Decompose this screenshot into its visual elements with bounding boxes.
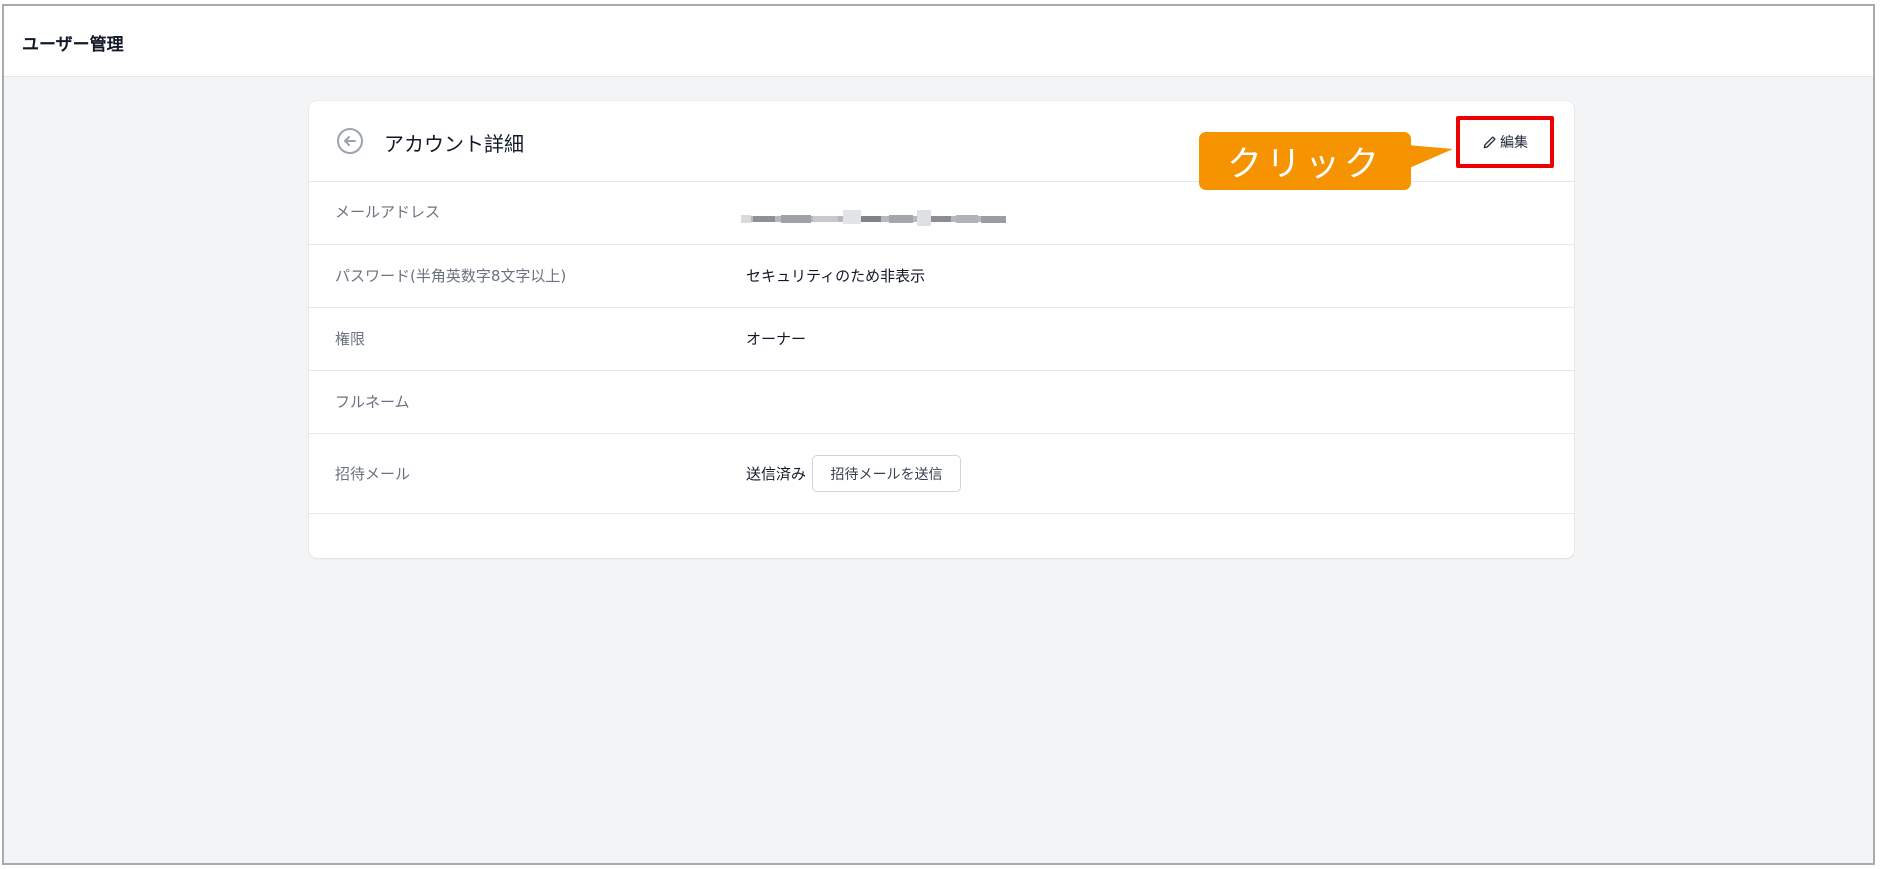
pencil-icon: [1483, 135, 1496, 148]
row-fullname: フルネーム: [309, 371, 1574, 434]
row-label: 招待メール: [335, 465, 411, 483]
row-label: メールアドレス: [335, 203, 441, 221]
row-email: メールアドレス: [309, 182, 1574, 245]
app-window: ユーザー管理 アカウント詳細 クリック 編集 メールアドレス パスワード(半角英…: [2, 4, 1875, 865]
edit-button-label: 編集: [1500, 135, 1528, 151]
row-label: フルネーム: [335, 393, 410, 411]
row-role: 権限 オーナー: [309, 308, 1574, 371]
card-title: アカウント詳細: [384, 132, 524, 156]
blurred-email-value: [741, 210, 1006, 226]
row-label: 権限: [335, 330, 366, 348]
top-bar: ユーザー管理: [4, 6, 1873, 77]
account-detail-card: アカウント詳細 クリック 編集 メールアドレス パスワード(半角英数字8文字以上…: [309, 101, 1574, 558]
invite-status: 送信済み: [746, 465, 807, 483]
card-header: アカウント詳細 クリック 編集: [309, 101, 1574, 190]
callout-text: クリック: [1226, 144, 1383, 185]
row-value: セキュリティのため非表示: [746, 267, 926, 285]
row-invite-mail: 招待メール 送信済み 招待メールを送信: [309, 434, 1574, 514]
row-value: オーナー: [746, 330, 807, 348]
arrow-left-circle-icon[interactable]: [336, 127, 364, 155]
row-password: パスワード(半角英数字8文字以上) セキュリティのため非表示: [309, 245, 1574, 308]
callout-pointer: [1407, 145, 1453, 169]
edit-button[interactable]: 編集: [1466, 125, 1544, 159]
row-label: パスワード(半角英数字8文字以上): [335, 267, 567, 285]
page-title: ユーザー管理: [22, 35, 124, 55]
send-invite-button[interactable]: 招待メールを送信: [812, 455, 961, 492]
